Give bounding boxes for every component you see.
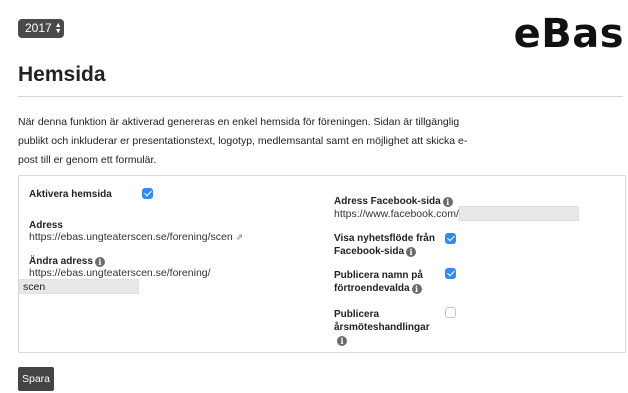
intro-text: När denna funktion är aktiverad generera… <box>18 113 468 170</box>
external-link-icon: ⇗ <box>235 232 244 242</box>
info-icon[interactable]: i <box>442 197 453 207</box>
publish-names-checkbox[interactable] <box>445 268 456 279</box>
address-link[interactable]: https://ebas.ungteaterscen.se/forening/s… <box>29 231 243 244</box>
publish-names-label-line: Publicera namn på <box>334 270 423 281</box>
title-divider <box>18 96 623 97</box>
publish-names-label-line: förtroendevalda <box>334 283 410 294</box>
homepage-settings-panel: Aktivera hemsida Adress https://ebas.ung… <box>18 175 626 353</box>
year-select[interactable]: 2017 ▲ ▼ <box>18 19 64 38</box>
publish-docs-label-line: Publicera <box>334 309 380 320</box>
intro-line: publikt och inkluderar er presentationst… <box>18 135 468 147</box>
facebook-address-label-text: Adress Facebook-sida <box>334 196 441 207</box>
save-button[interactable]: Spara <box>18 367 54 391</box>
info-icon[interactable]: i <box>94 257 105 267</box>
address-value: https://ebas.ungteaterscen.se/forening/s… <box>29 231 233 243</box>
show-feed-checkbox[interactable] <box>445 233 456 244</box>
change-address-label-text: Ändra adress <box>29 256 93 267</box>
show-feed-label-line: Facebook-sida <box>334 246 405 257</box>
change-address-input[interactable]: scen <box>19 279 139 294</box>
show-feed-label-line: Visa nyhetsflöde från <box>334 233 435 244</box>
info-icon[interactable]: i <box>337 336 347 346</box>
facebook-page-input[interactable] <box>459 206 579 221</box>
intro-line: post till er genom ett formulär. <box>18 154 157 166</box>
publish-docs-label: Publicera årsmöteshandlingar i <box>334 308 430 347</box>
publish-docs-checkbox[interactable] <box>445 307 456 318</box>
activate-homepage-checkbox[interactable] <box>142 188 153 199</box>
publish-docs-label-line: årsmöteshandlingar <box>334 322 430 333</box>
facebook-prefix: https://www.facebook.com/ <box>334 208 459 220</box>
show-feed-label: Visa nyhetsflöde från Facebook-sida i <box>334 232 435 258</box>
activate-homepage-label: Aktivera hemsida <box>29 189 112 200</box>
year-select-value: 2017 <box>25 21 52 35</box>
page-title: Hemsida <box>18 63 106 86</box>
facebook-address-label: Adress Facebook-sida i <box>334 195 453 208</box>
updown-chevron-icon: ▲ ▼ <box>54 21 62 35</box>
intro-line: När denna funktion är aktiverad generera… <box>18 116 460 128</box>
publish-names-label: Publicera namn på förtroendevalda i <box>334 269 423 295</box>
info-icon[interactable]: i <box>411 284 422 294</box>
info-icon[interactable]: i <box>406 247 417 257</box>
ebas-logo: eBas <box>513 11 624 57</box>
change-address-input-value: scen <box>23 281 46 293</box>
